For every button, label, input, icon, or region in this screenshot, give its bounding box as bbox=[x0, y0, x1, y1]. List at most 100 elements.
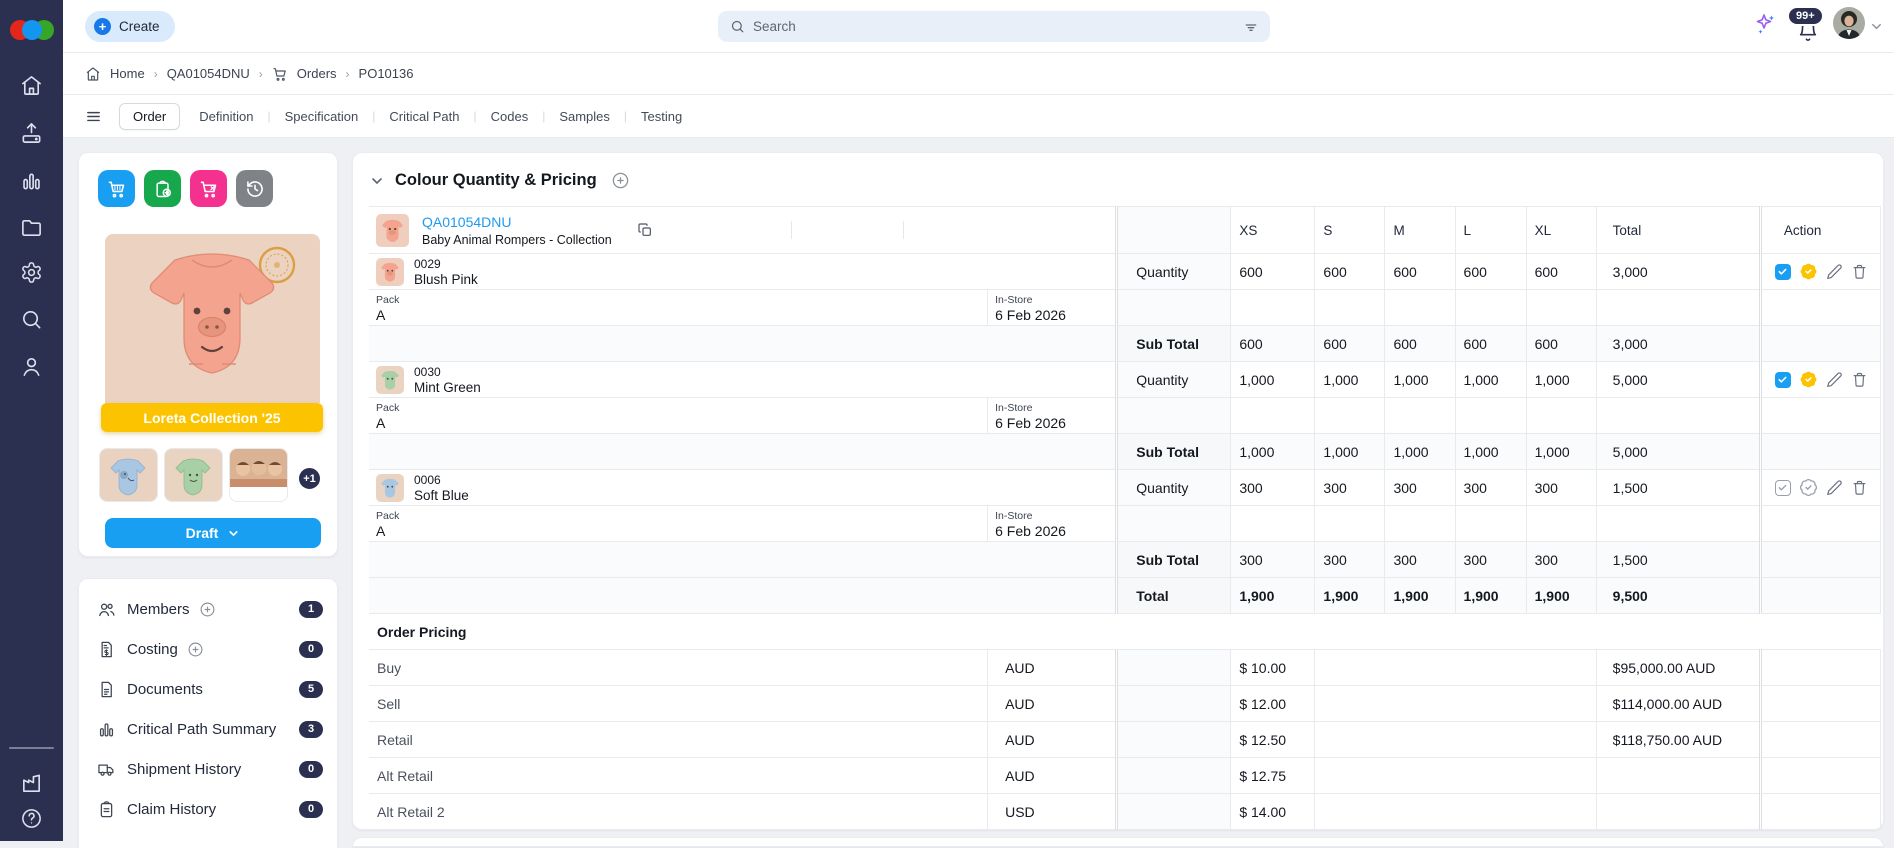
avatar-image bbox=[1833, 7, 1865, 39]
qty-total: 3,000 bbox=[1596, 253, 1761, 290]
qty-m[interactable]: 1,000 bbox=[1384, 361, 1456, 398]
product-thumb[interactable] bbox=[376, 213, 409, 247]
tab-samples[interactable]: Samples bbox=[545, 109, 624, 124]
add-costing-icon[interactable] bbox=[187, 641, 204, 658]
approved-badge-icon[interactable] bbox=[1799, 370, 1818, 389]
settings-icon[interactable] bbox=[20, 261, 43, 284]
colour-thumb[interactable] bbox=[376, 365, 404, 394]
tab-definition[interactable]: Definition bbox=[185, 109, 267, 124]
qty-s[interactable]: 600 bbox=[1314, 253, 1386, 290]
sidebar-item-documents[interactable]: Documents 5 bbox=[79, 669, 337, 709]
analytics-icon[interactable] bbox=[20, 170, 43, 193]
qty-m[interactable]: 600 bbox=[1384, 253, 1456, 290]
colour-thumb[interactable] bbox=[376, 473, 404, 502]
qty-xl[interactable]: 1,000 bbox=[1526, 361, 1597, 398]
clipboard-add-button[interactable] bbox=[144, 170, 181, 207]
tab-testing[interactable]: Testing bbox=[627, 109, 696, 124]
qty-l[interactable]: 300 bbox=[1455, 469, 1527, 506]
menu-icon[interactable] bbox=[85, 108, 102, 125]
tab-codes[interactable]: Codes bbox=[477, 109, 543, 124]
search-input[interactable]: Search bbox=[718, 11, 1270, 42]
collapse-chevron-icon[interactable] bbox=[369, 173, 385, 189]
help-icon[interactable] bbox=[20, 807, 43, 830]
product-code-link[interactable]: QA01054DNU bbox=[422, 214, 612, 230]
history-button[interactable] bbox=[236, 170, 273, 207]
sidebar-item-claim-history[interactable]: Claim History 0 bbox=[79, 789, 337, 829]
qty-xl[interactable]: 300 bbox=[1526, 469, 1597, 506]
qty-l[interactable]: 600 bbox=[1455, 253, 1527, 290]
pack-cell: Pack A bbox=[369, 289, 988, 326]
select-checkbox[interactable] bbox=[1774, 263, 1791, 280]
pack-cell: Pack A bbox=[369, 505, 988, 542]
sidebar-item-label: Documents bbox=[127, 680, 203, 698]
pricing-price[interactable]: $ 14.00 bbox=[1230, 793, 1316, 830]
create-button[interactable]: + Create bbox=[85, 11, 175, 42]
qty-s[interactable]: 1,000 bbox=[1314, 361, 1386, 398]
more-thumbnails-badge[interactable]: +1 bbox=[297, 466, 322, 491]
qty-l[interactable]: 1,000 bbox=[1455, 361, 1527, 398]
filter-icon[interactable] bbox=[1243, 19, 1259, 35]
product-image[interactable] bbox=[105, 234, 320, 403]
pricing-currency[interactable]: USD bbox=[987, 793, 1117, 830]
approve-badge-icon[interactable] bbox=[1799, 478, 1818, 497]
pricing-currency[interactable]: AUD bbox=[987, 649, 1117, 686]
folder-icon[interactable] bbox=[20, 216, 43, 239]
pricing-currency[interactable]: AUD bbox=[987, 721, 1117, 758]
breadcrumb-order-number[interactable]: PO10136 bbox=[359, 66, 414, 81]
thumbnail-babies-photo[interactable] bbox=[229, 448, 288, 502]
table-header-row: QA01054DNU Baby Animal Rompers - Collect… bbox=[369, 206, 1882, 254]
ai-sparkle-icon[interactable] bbox=[1752, 12, 1778, 38]
cart-button[interactable] bbox=[98, 170, 135, 207]
breadcrumb-home[interactable]: Home bbox=[110, 66, 145, 81]
add-colour-icon[interactable] bbox=[611, 171, 630, 190]
pricing-currency[interactable]: AUD bbox=[987, 685, 1117, 722]
edit-icon[interactable] bbox=[1826, 479, 1843, 496]
qty-xs[interactable]: 300 bbox=[1230, 469, 1316, 506]
search-icon[interactable] bbox=[20, 308, 43, 331]
sidebar-item-costing[interactable]: Costing 0 bbox=[79, 629, 337, 669]
qty-xs[interactable]: 1,000 bbox=[1230, 361, 1316, 398]
pricing-price[interactable]: $ 10.00 bbox=[1230, 649, 1316, 686]
qty-xs[interactable]: 600 bbox=[1230, 253, 1316, 290]
app-logo-icon[interactable] bbox=[8, 17, 55, 43]
select-checkbox[interactable] bbox=[1774, 479, 1791, 496]
copy-icon[interactable] bbox=[637, 222, 653, 238]
pricing-price[interactable]: $ 12.50 bbox=[1230, 721, 1316, 758]
tab-order[interactable]: Order bbox=[119, 102, 181, 130]
edit-icon[interactable] bbox=[1826, 263, 1843, 280]
select-checkbox[interactable] bbox=[1774, 371, 1791, 388]
breadcrumb-style[interactable]: QA01054DNU bbox=[167, 66, 250, 81]
thumbnail-dino-romper[interactable] bbox=[164, 448, 223, 502]
edit-icon[interactable] bbox=[1826, 371, 1843, 388]
avatar[interactable] bbox=[1833, 7, 1865, 39]
breadcrumb-orders[interactable]: Orders bbox=[297, 66, 337, 81]
cart-remove-button[interactable] bbox=[190, 170, 227, 207]
colour-thumb[interactable] bbox=[376, 257, 404, 286]
clipboard-add-icon bbox=[155, 180, 171, 197]
tab-specification[interactable]: Specification bbox=[271, 109, 373, 124]
home-icon[interactable] bbox=[85, 66, 101, 82]
profile-icon[interactable] bbox=[20, 355, 43, 378]
notifications-button[interactable]: 99+ bbox=[1785, 4, 1831, 50]
status-dropdown[interactable]: Draft bbox=[105, 518, 321, 548]
factory-icon[interactable] bbox=[20, 772, 43, 795]
approved-badge-icon[interactable] bbox=[1799, 262, 1818, 281]
qty-s[interactable]: 300 bbox=[1314, 469, 1386, 506]
tab-critical-path[interactable]: Critical Path bbox=[375, 109, 473, 124]
sidebar-item-critical-path-summary[interactable]: Critical Path Summary 3 bbox=[79, 709, 337, 749]
qty-xl[interactable]: 600 bbox=[1526, 253, 1597, 290]
delete-icon[interactable] bbox=[1851, 263, 1868, 280]
thumbnail-elephant-romper[interactable] bbox=[99, 448, 158, 502]
add-member-icon[interactable] bbox=[199, 601, 216, 618]
sidebar-item-members[interactable]: Members 1 bbox=[79, 589, 337, 629]
upload-icon[interactable] bbox=[20, 122, 43, 145]
qty-m[interactable]: 300 bbox=[1384, 469, 1456, 506]
chevron-down-icon[interactable] bbox=[1869, 19, 1884, 34]
pricing-price[interactable]: $ 12.00 bbox=[1230, 685, 1316, 722]
home-icon[interactable] bbox=[20, 74, 43, 97]
sidebar-item-shipment-history[interactable]: Shipment History 0 bbox=[79, 749, 337, 789]
delete-icon[interactable] bbox=[1851, 479, 1868, 496]
delete-icon[interactable] bbox=[1851, 371, 1868, 388]
pricing-currency[interactable]: AUD bbox=[987, 757, 1117, 794]
pricing-price[interactable]: $ 12.75 bbox=[1230, 757, 1316, 794]
